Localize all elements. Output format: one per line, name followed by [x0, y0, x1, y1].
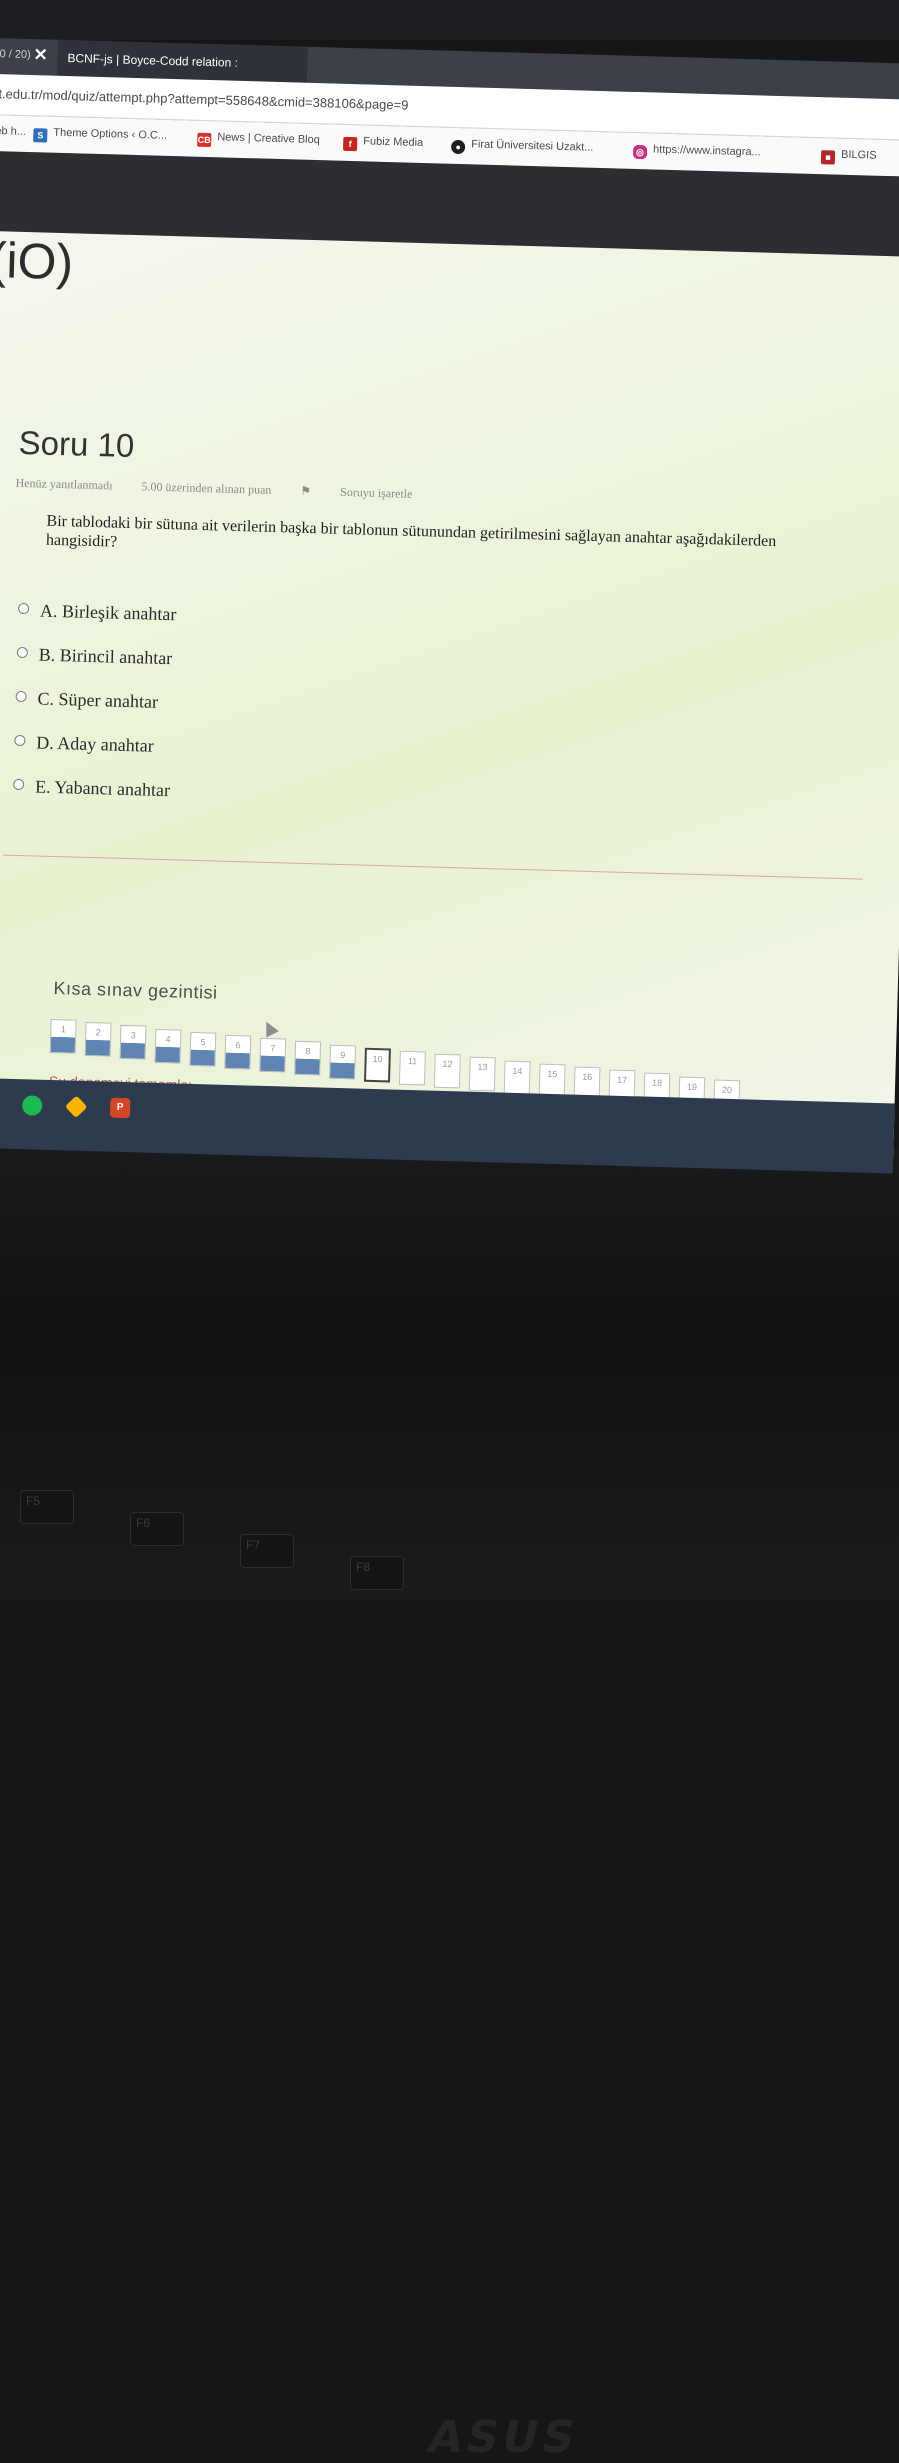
answer-label[interactable]: C. Süper anahtar — [37, 688, 158, 712]
radio-button[interactable] — [13, 778, 25, 791]
quiz-nav-button[interactable]: 4 — [154, 1028, 182, 1064]
fubiz-icon: f — [342, 136, 358, 152]
cb-icon: CB — [197, 132, 212, 148]
answer-option-c[interactable]: C. Süper anahtar — [15, 688, 158, 732]
tab-close-icon[interactable]: ✕ — [33, 45, 48, 65]
flag-question-link[interactable]: ⚑ Soruyu işaretle — [300, 484, 438, 502]
laptop-body: ASUS F5 F6 F7 F8 — [0, 1150, 899, 2463]
answer-option-a[interactable]: A. Birleşik anahtar — [17, 600, 177, 644]
question-heading: Soru 10 — [18, 423, 135, 465]
keyboard-key-f8: F8 — [350, 1556, 404, 1590]
answer-label[interactable]: B. Birincil anahtar — [38, 644, 173, 669]
laptop-logo: ASUS — [423, 2412, 584, 2463]
quiz-nav-button[interactable]: 2 — [84, 1022, 112, 1057]
bookmark-item[interactable]: eb h... — [0, 125, 26, 138]
quiz-nav-button[interactable]: 11 — [398, 1050, 426, 1086]
quiz-nav-button[interactable]: 10 — [364, 1047, 391, 1083]
quiz-nav-button[interactable]: 1 — [49, 1018, 77, 1054]
monitor-screen: 0 / 20) ✕ BCNF-js | Boyce-Codd relation … — [0, 38, 899, 1194]
question-text: Bir tablodaki bir sütuna ait verilerin b… — [45, 512, 777, 551]
instagram-icon: ◎ — [632, 144, 648, 160]
theme-icon: S — [33, 128, 48, 143]
keyboard-key-f6: F6 — [130, 1512, 184, 1546]
spotify-icon[interactable] — [21, 1095, 43, 1116]
answer-option-d[interactable]: D. Aday anahtar — [13, 732, 154, 776]
quiz-nav-button[interactable]: 5 — [189, 1031, 217, 1067]
bookmark-item[interactable]: ◎ https://www.instagra... — [632, 143, 761, 163]
quiz-nav-button[interactable]: 13 — [468, 1057, 496, 1092]
url-text[interactable]: t.edu.tr/mod/quiz/attempt.php?attempt=55… — [0, 86, 409, 112]
answer-option-e[interactable]: E. Yabancı anahtar — [12, 776, 170, 820]
bookmark-item[interactable]: CB News | Creative Bloq — [197, 131, 320, 150]
quiz-nav-button[interactable]: 12 — [433, 1053, 461, 1089]
bookmark-item[interactable]: ■ BILGIS — [820, 148, 877, 166]
bookmark-item[interactable]: S Theme Options ‹ O.C... — [33, 126, 167, 146]
quiz-nav-button[interactable]: 9 — [329, 1044, 357, 1080]
answer-label[interactable]: D. Aday anahtar — [36, 732, 154, 756]
bookmark-item[interactable]: ● Firat Üniversitesi Uzakt... — [450, 138, 594, 158]
site-logo[interactable]: (iO) — [0, 231, 74, 291]
answer-label[interactable]: A. Birleşik anahtar — [40, 601, 177, 626]
section-divider — [3, 854, 863, 880]
flag-icon: ⚑ — [300, 483, 312, 499]
radio-button[interactable] — [17, 602, 30, 615]
mouse-cursor-icon — [260, 1018, 279, 1038]
keyboard-key-f7: F7 — [240, 1534, 294, 1568]
university-icon: ● — [450, 139, 466, 155]
quiz-nav-button[interactable]: 3 — [119, 1025, 147, 1061]
quiz-page: (iO) Soru 10 Henüz yanıtlanmadı 5.00 üze… — [0, 230, 899, 1162]
quiz-nav-button[interactable]: 14 — [503, 1060, 531, 1095]
radio-button[interactable] — [14, 734, 26, 747]
bookmark-item[interactable]: f Fubiz Media — [342, 135, 423, 153]
quiz-nav-button[interactable]: 8 — [294, 1041, 322, 1076]
radio-button[interactable] — [15, 690, 27, 703]
answer-options: A. Birleşik anahtar B. Birincil anahtar … — [12, 600, 177, 820]
question-mark: 5.00 üzerinden alınan puan — [141, 479, 272, 497]
answer-label[interactable]: E. Yabancı anahtar — [35, 776, 170, 801]
quiz-navigation-title: Kısa sınav gezintisi — [53, 978, 218, 1003]
sketch-icon[interactable] — [64, 1095, 88, 1119]
keyboard-key-f5: F5 — [20, 1490, 74, 1524]
powerpoint-icon[interactable]: P — [109, 1097, 131, 1119]
quiz-nav-button[interactable]: 7 — [259, 1038, 287, 1073]
radio-button[interactable] — [16, 646, 29, 659]
quiz-nav-button[interactable]: 6 — [224, 1034, 252, 1070]
question-info: Henüz yanıtlanmadı 5.00 üzerinden alınan… — [15, 476, 464, 504]
screen-bezel — [0, 0, 899, 40]
bilgis-icon: ■ — [820, 150, 836, 165]
question-status: Henüz yanıtlanmadı — [15, 475, 113, 493]
tab-counter: 0 / 20) — [0, 48, 31, 62]
answer-option-b[interactable]: B. Birincil anahtar — [16, 644, 172, 688]
